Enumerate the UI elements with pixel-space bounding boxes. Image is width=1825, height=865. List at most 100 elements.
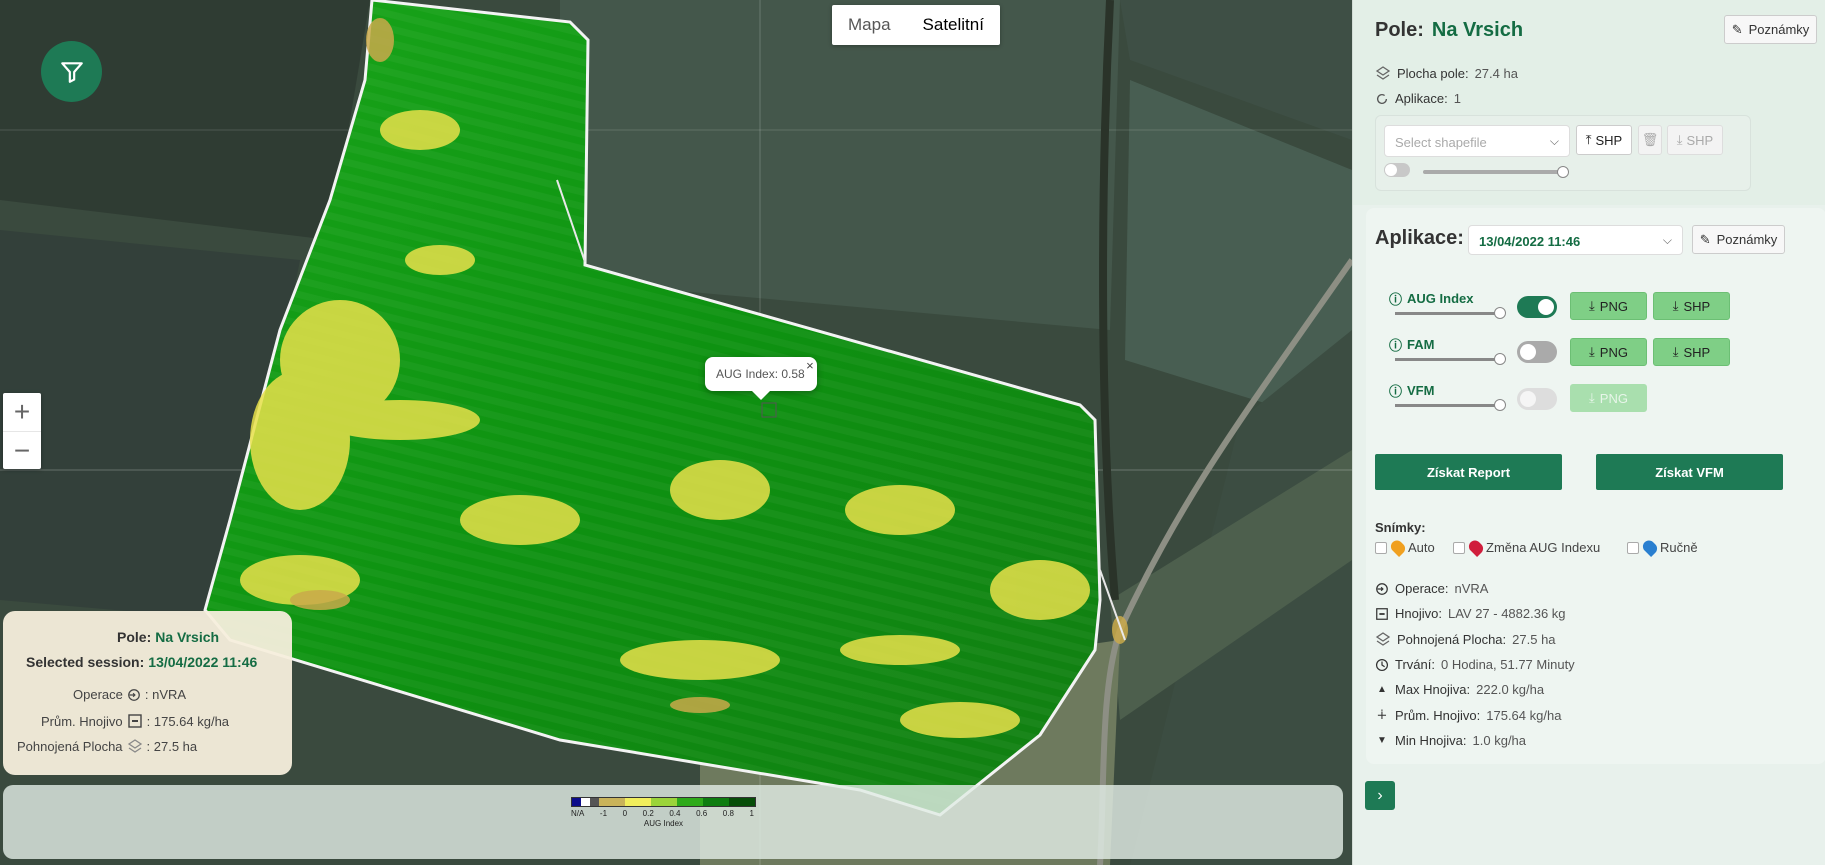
area-icon (127, 739, 142, 753)
popup-text: AUG Index: 0.58 (716, 367, 805, 381)
triangle-up-icon: ▲ (1377, 684, 1387, 695)
help-icon[interactable]: ⓘ (1389, 381, 1402, 400)
legend-tick: 1 (749, 809, 754, 818)
pole-label: Pole: (1375, 19, 1424, 41)
legend-swatch (677, 798, 704, 806)
application-date-value: 13/04/2022 11:46 (1479, 234, 1581, 249)
map-type-satelitni[interactable]: Satelitní (907, 5, 1000, 45)
layer-vfm-toggle[interactable] (1517, 388, 1557, 410)
download-icon: ⤓ (1676, 132, 1683, 147)
help-icon[interactable]: ⓘ (1389, 335, 1402, 354)
upload-shp-label: SHP (1595, 132, 1623, 148)
map-type-toggle: Mapa Satelitní (832, 5, 1000, 45)
layer-aug-shp-button[interactable]: ⤓ SHP (1653, 292, 1730, 320)
slider-thumb[interactable] (1494, 399, 1506, 411)
shapefile-opacity-slider[interactable] (1423, 166, 1569, 178)
layer-aug-png-button[interactable]: ⤓ PNG (1570, 292, 1647, 320)
legend-swatch (599, 798, 626, 806)
legend-swatch (729, 798, 755, 806)
notes-button[interactable]: ✎ Poznámky (1724, 15, 1817, 44)
operation-icon (1376, 582, 1388, 595)
legend-swatch (590, 798, 600, 806)
map-area[interactable]: Mapa Satelitní + − AUG Index: 0.58 × Pol… (0, 0, 1352, 865)
edit-icon: ✎ (1731, 21, 1743, 37)
get-vfm-button[interactable]: Získat VFM (1596, 454, 1783, 490)
legend-swatch (703, 798, 729, 806)
info-prum-label: Prům. Hnojivo (41, 713, 123, 729)
slider-thumb[interactable] (1494, 307, 1506, 319)
stat-operace: Operace: nVRA (1375, 581, 1488, 596)
pin-red-icon (1466, 537, 1486, 558)
stat-trvani: Trvání: 0 Hodina, 51.77 Minuty (1375, 657, 1575, 672)
slider-thumb[interactable] (1494, 353, 1506, 365)
sidebar: Pole: Na Vrsich ✎ Poznámky Plocha pole: 2… (1352, 0, 1825, 865)
layer-vfm-opacity-slider[interactable] (1395, 399, 1506, 411)
application-date-select[interactable]: 13/04/2022 11:46 ⌵ (1468, 225, 1683, 255)
stat-label: Trvání: (1395, 657, 1435, 672)
download-shp-button[interactable]: ⤓ SHP (1667, 125, 1723, 155)
field-area-value: 27.4 ha (1474, 65, 1518, 81)
layer-fam-shp-button[interactable]: ⤓ SHP (1653, 338, 1730, 366)
stat-value: 222.0 kg/ha (1476, 682, 1545, 697)
pin-orange-icon (1388, 537, 1408, 558)
triangle-down-icon: ▼ (1377, 735, 1387, 746)
layer-aug-opacity-slider[interactable] (1395, 307, 1506, 319)
layer-vfm-png-button[interactable]: ⤓ PNG (1570, 384, 1647, 412)
stat-value: 27.5 ha (1512, 631, 1556, 647)
field-area-label: Plocha pole: (1397, 65, 1469, 81)
layer-fam-opacity-slider[interactable] (1395, 353, 1506, 365)
auto-checkbox[interactable] (1375, 541, 1387, 554)
application-title: Aplikace: (1375, 227, 1464, 249)
application-notes-button[interactable]: ✎ Poznámky (1692, 225, 1785, 254)
delete-shp-button[interactable]: 🗑 (1638, 125, 1662, 155)
download-icon: ⤓ (1589, 344, 1595, 359)
legend-swatch (572, 798, 582, 806)
legend-tick: 0.2 (642, 809, 654, 818)
layer-vfm-name: VFM (1407, 383, 1435, 398)
download-icon: ⤓ (1589, 298, 1595, 313)
images-manual-option[interactable]: Ručně (1627, 537, 1698, 558)
applications-count-value: 1 (1453, 91, 1461, 106)
stat-min: ▼ Min Hnojiva: 1.0 kg/ha (1375, 733, 1526, 748)
get-report-button[interactable]: Získat Report (1375, 454, 1562, 490)
images-auto-option[interactable]: Auto (1375, 537, 1435, 558)
aug-change-checkbox[interactable] (1453, 541, 1465, 554)
pin-blue-icon (1640, 537, 1660, 558)
zoom-out-button[interactable]: − (3, 431, 41, 469)
png-label: PNG (1599, 344, 1628, 360)
manual-checkbox[interactable] (1627, 541, 1639, 554)
pole-name: Na Vrsich (1431, 19, 1524, 41)
stat-label: Prům. Hnojivo: (1395, 707, 1481, 723)
png-label: PNG (1599, 298, 1628, 314)
application-notes-label: Poznámky (1716, 232, 1778, 247)
upload-shp-button[interactable]: ⤒ SHP (1576, 125, 1632, 155)
layer-fam-png-button[interactable]: ⤓ PNG (1570, 338, 1647, 366)
layer-aug-toggle[interactable] (1517, 296, 1557, 318)
layer-vfm-label: ⓘ VFM (1389, 381, 1434, 400)
images-label: Snímky: (1375, 520, 1426, 535)
zoom-in-button[interactable]: + (3, 393, 41, 431)
next-button[interactable]: › (1365, 781, 1395, 810)
chevron-down-icon: ⌵ (1662, 233, 1672, 247)
stat-plocha: Pohnojená Plocha: 27.5 ha (1375, 631, 1556, 647)
shp-label: SHP (1683, 344, 1711, 360)
shp-label: SHP (1683, 298, 1711, 314)
layer-fam-toggle[interactable] (1517, 341, 1557, 363)
download-icon: ⤓ (1589, 390, 1595, 405)
help-icon[interactable]: ⓘ (1389, 289, 1402, 308)
shapefile-placeholder: Select shapefile (1395, 135, 1487, 150)
upload-icon: ⤒ (1585, 132, 1592, 147)
legend-swatch (581, 798, 591, 806)
shapefile-box: Select shapefile ⌵ ⤒ SHP 🗑 ⤓ SHP (1375, 115, 1751, 191)
shapefile-select[interactable]: Select shapefile ⌵ (1384, 125, 1570, 157)
trash-icon: 🗑 (1641, 132, 1659, 147)
shapefile-toggle[interactable] (1384, 163, 1410, 177)
info-plocha-label: Pohnojená Plocha (17, 738, 123, 754)
map-type-mapa[interactable]: Mapa (832, 5, 907, 45)
images-aug-change-option[interactable]: Změna AUG Indexu (1453, 537, 1601, 558)
slider-thumb[interactable] (1557, 166, 1569, 178)
stat-prum: ∔ Prům. Hnojivo: 175.64 kg/ha (1375, 707, 1562, 723)
popup-close-button[interactable]: × (806, 358, 814, 373)
aug-change-label: Změna AUG Indexu (1486, 540, 1601, 555)
filter-button[interactable] (41, 41, 102, 102)
